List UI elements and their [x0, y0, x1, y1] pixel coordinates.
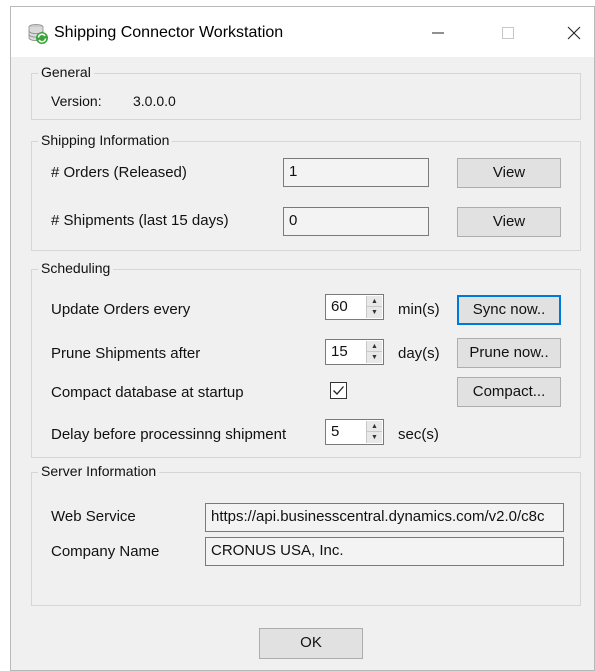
stepper-down-icon[interactable]: ▼: [367, 307, 382, 318]
minimize-icon[interactable]: [423, 18, 453, 48]
company-name-field[interactable]: CRONUS USA, Inc.: [205, 537, 564, 566]
shipping-group-title: Shipping Information: [38, 132, 173, 148]
stepper-down-icon[interactable]: ▼: [367, 432, 382, 443]
window-title: Shipping Connector Workstation: [54, 24, 284, 41]
stepper-buttons[interactable]: ▲ ▼: [366, 296, 382, 318]
compact-db-label: Compact database at startup: [51, 384, 244, 401]
compact-button[interactable]: Compact...: [457, 377, 561, 407]
delay-seconds-stepper[interactable]: 5 ▲ ▼: [325, 419, 384, 445]
maximize-icon[interactable]: [493, 18, 523, 48]
checkmark-icon: [333, 386, 344, 395]
web-service-url-field[interactable]: https://api.businesscentral.dynamics.com…: [205, 503, 564, 532]
ok-button[interactable]: OK: [259, 628, 363, 659]
orders-label: # Orders (Released): [51, 164, 187, 181]
prune-shipments-label: Prune Shipments after: [51, 345, 201, 362]
view-shipments-button[interactable]: View: [457, 207, 561, 237]
stepper-down-icon[interactable]: ▼: [367, 352, 382, 363]
title-bar[interactable]: Shipping Connector Workstation: [11, 7, 594, 57]
sync-now-button[interactable]: Sync now..: [457, 295, 561, 325]
update-orders-label: Update Orders every: [51, 301, 191, 318]
update-interval-stepper[interactable]: 60 ▲ ▼: [325, 294, 384, 320]
stepper-buttons[interactable]: ▲ ▼: [366, 421, 382, 443]
web-service-label: Web Service: [51, 508, 136, 525]
general-group: General Version: 3.0.0.0: [31, 64, 581, 120]
delay-label: Delay before processinng shipment: [51, 426, 287, 443]
shipments-count-field[interactable]: 0: [283, 207, 429, 236]
prune-now-button[interactable]: Prune now..: [457, 338, 561, 368]
prune-days-stepper[interactable]: 15 ▲ ▼: [325, 339, 384, 365]
dialog-window: Shipping Connector Workstation General V…: [10, 6, 595, 671]
stepper-up-icon[interactable]: ▲: [367, 421, 382, 432]
version-value: 3.0.0.0: [133, 93, 176, 109]
stepper-up-icon[interactable]: ▲: [367, 341, 382, 352]
scheduling-group: Scheduling Update Orders every 60 ▲ ▼ mi…: [31, 260, 581, 458]
shipments-label: # Shipments (last 15 days): [51, 212, 229, 229]
server-group: Server Information Web Service https://a…: [31, 463, 581, 606]
stepper-buttons[interactable]: ▲ ▼: [366, 341, 382, 363]
update-unit-label: min(s): [398, 301, 440, 318]
scheduling-group-title: Scheduling: [38, 260, 114, 276]
general-group-title: General: [38, 64, 94, 80]
company-name-label: Company Name: [51, 543, 160, 560]
server-group-title: Server Information: [38, 463, 160, 479]
database-sync-icon: [28, 24, 48, 44]
view-orders-button[interactable]: View: [457, 158, 561, 188]
stepper-up-icon[interactable]: ▲: [367, 296, 382, 307]
version-label: Version:: [51, 93, 102, 109]
compact-db-checkbox[interactable]: [330, 382, 347, 399]
delay-unit-label: sec(s): [398, 426, 439, 443]
prune-unit-label: day(s): [398, 345, 440, 362]
close-icon[interactable]: [559, 18, 589, 48]
shipping-group: Shipping Information # Orders (Released)…: [31, 132, 581, 251]
orders-count-field[interactable]: 1: [283, 158, 429, 187]
